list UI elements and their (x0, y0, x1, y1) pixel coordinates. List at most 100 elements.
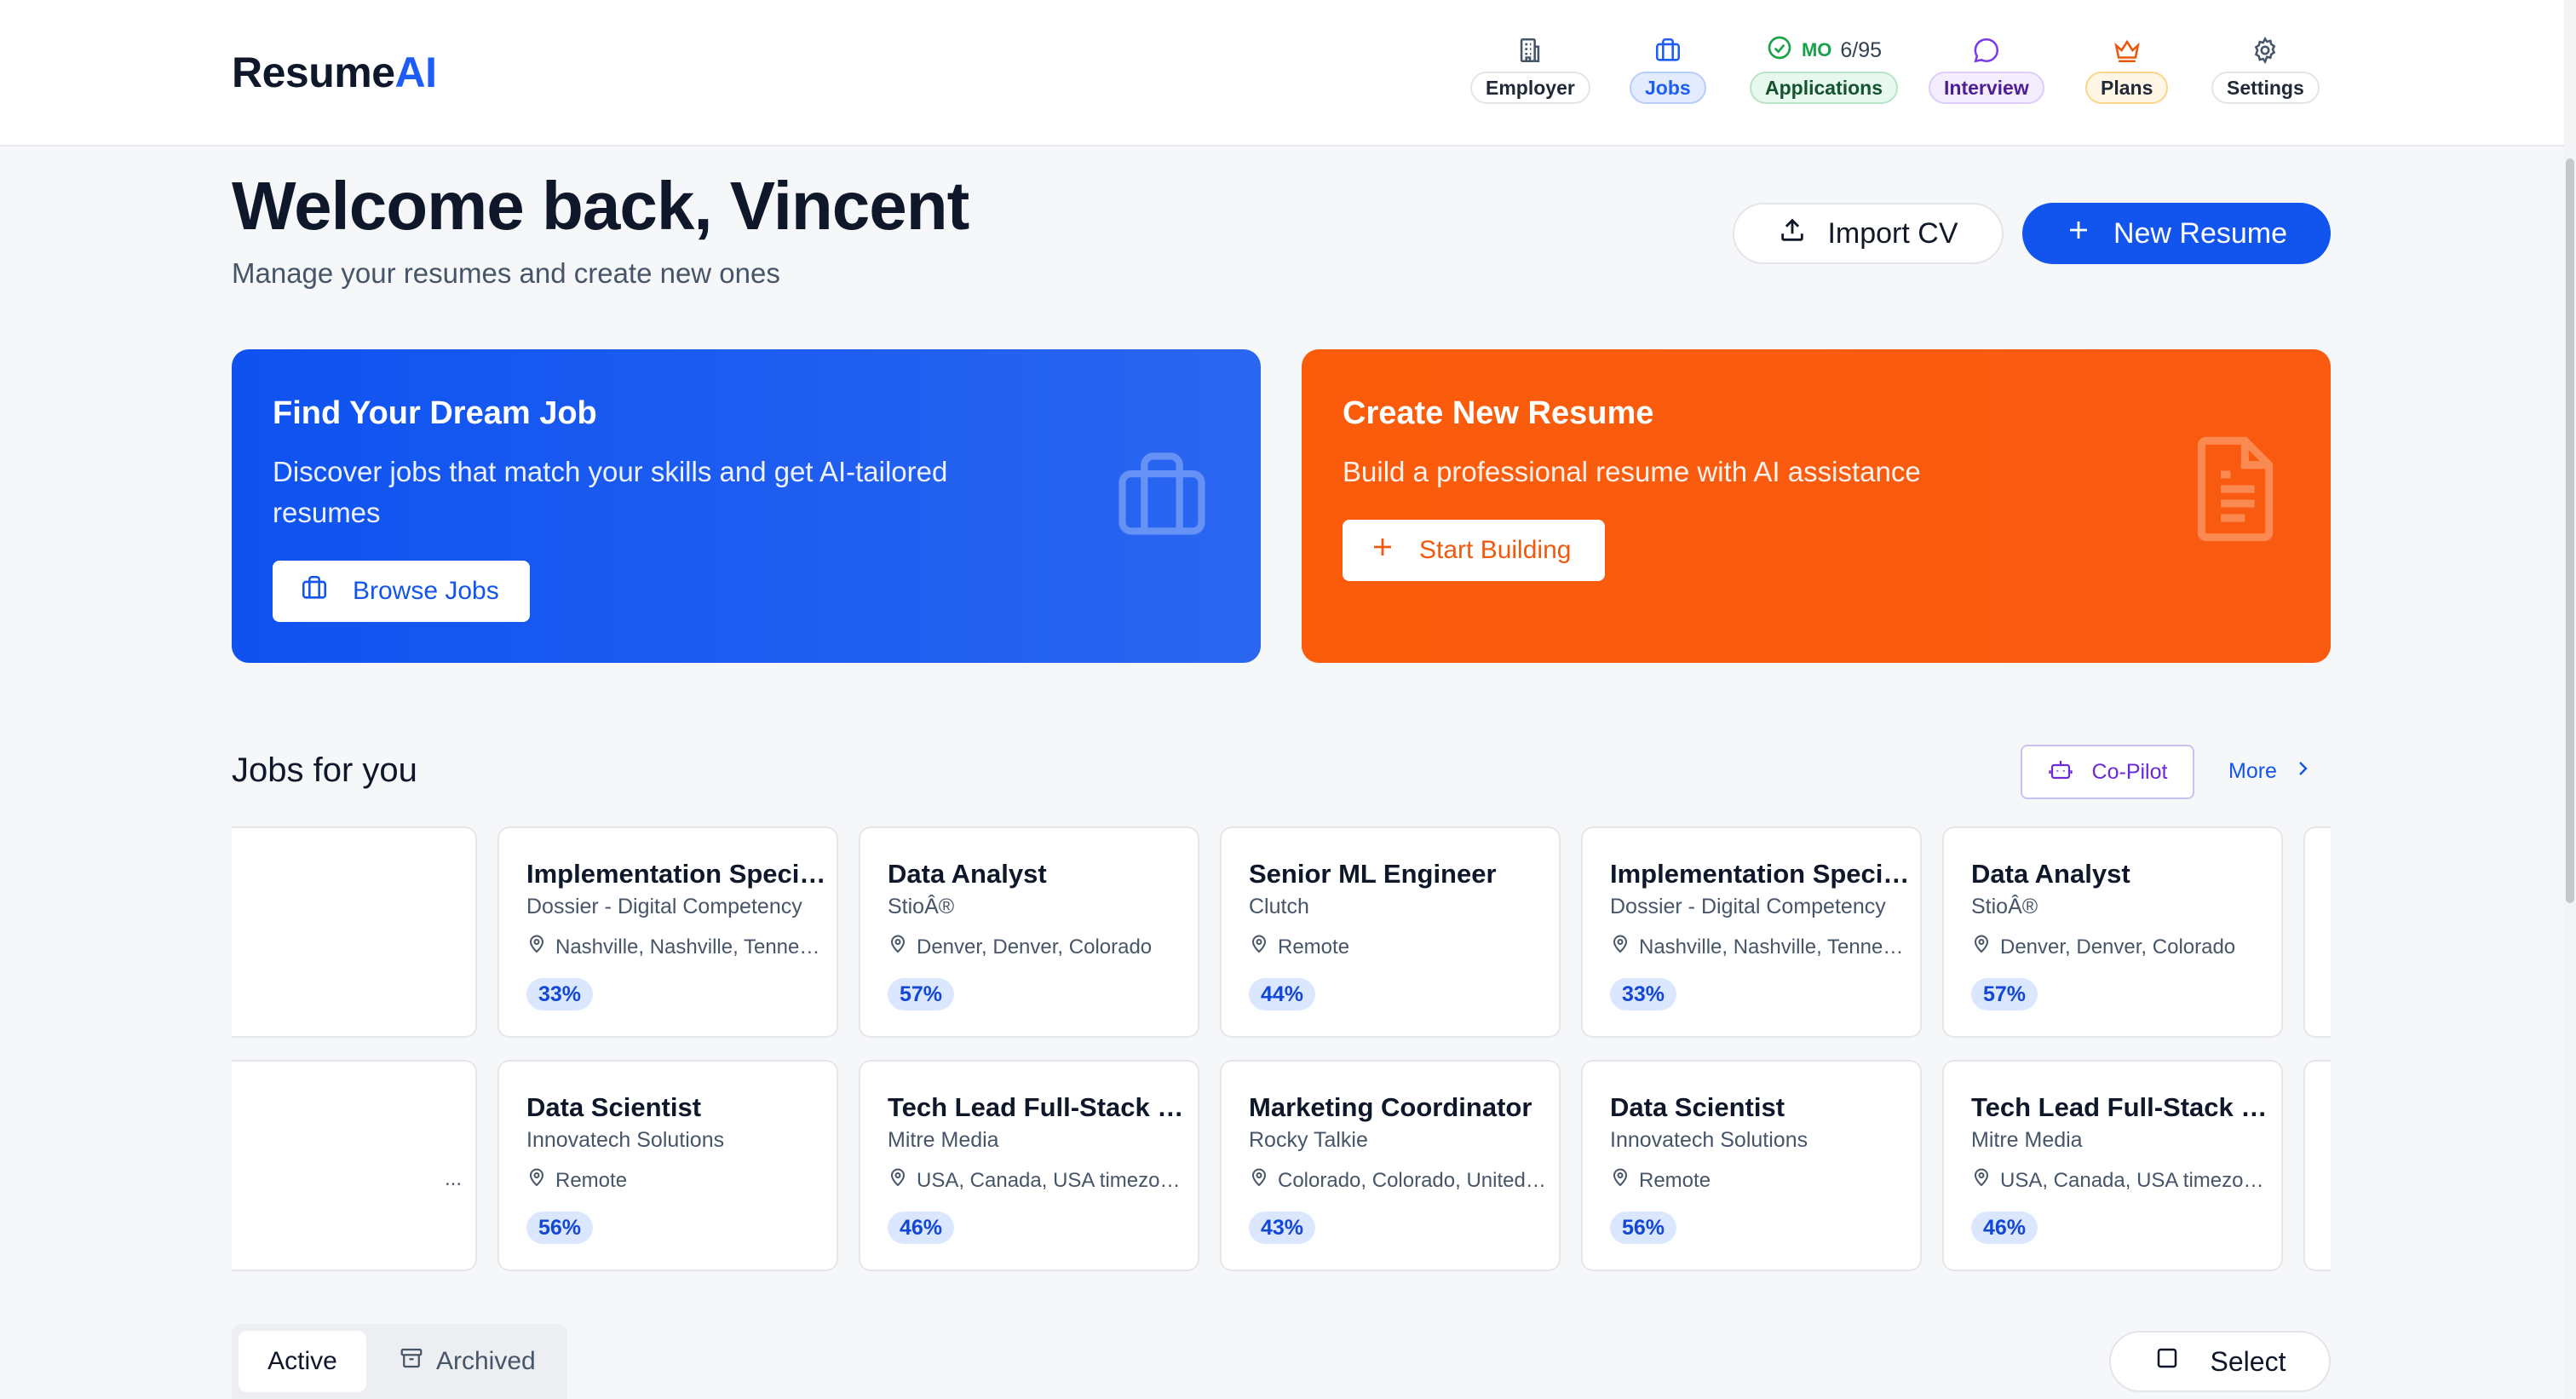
map-pin-icon (1610, 1167, 1630, 1194)
app-logo[interactable]: ResumeAI (232, 48, 437, 97)
job-title: Marketing Coordinator (1249, 1092, 1532, 1122)
browse-jobs-button[interactable]: Browse Jobs (273, 561, 530, 622)
briefcase-decoration-icon (1109, 443, 1215, 553)
nav-employer[interactable]: Employer (1470, 34, 1590, 104)
applications-counter-prefix: MO (1801, 39, 1832, 60)
new-resume-button[interactable]: New Resume (2022, 203, 2331, 264)
top-navigation-bar: ResumeAI Employer Jobs MO 6/95 Applicati… (0, 0, 2564, 147)
nav-interview[interactable]: Interview (1929, 34, 2044, 104)
start-building-label: Start Building (1419, 536, 1572, 564)
find-job-title: Find Your Dream Job (273, 395, 597, 431)
nav-applications-label: Applications (1750, 72, 1899, 104)
nav-plans[interactable]: Plans (2085, 34, 2169, 104)
jobs-carousel[interactable]: Implementation Specialist Dossier - Digit… (232, 826, 2331, 1273)
create-resume-promo-card: Create New Resume Build a professional r… (1302, 349, 2331, 663)
map-pin-icon (1971, 934, 1992, 960)
job-company: Dossier - Digital Competency (1610, 895, 1886, 918)
create-resume-description: Build a professional resume with AI assi… (1343, 456, 1921, 487)
job-card[interactable]: Tech Lead Full-Stack Developer Mitre Medi… (859, 1060, 1199, 1271)
find-job-description: Discover jobs that match your skills and… (273, 456, 948, 528)
job-title: Implementation Specialist (1610, 859, 1910, 889)
checkbox-icon (2154, 1345, 2180, 1378)
start-building-button[interactable]: Start Building (1343, 520, 1605, 581)
map-pin-icon (1249, 934, 1269, 960)
tab-active[interactable]: Active (239, 1331, 366, 1392)
job-card[interactable]: Data Scientist Innovatech Solutions Remote… (497, 1060, 838, 1271)
nav-jobs[interactable]: Jobs (1630, 34, 1706, 104)
job-location: USA, Canada, USA timezones (1971, 1167, 2271, 1194)
match-score-badge: 56% (526, 1212, 594, 1244)
job-card[interactable]: Data Analyst StioÂ® Denver, Denver, Colora… (859, 826, 1199, 1038)
job-company: Rocky Talkie (1249, 1128, 1368, 1152)
match-score-badge: 43% (1249, 1212, 1316, 1244)
job-card[interactable]: Senior ML EngineerClutchRemote44% (2303, 826, 2331, 1038)
select-button[interactable]: Select (2109, 1331, 2331, 1392)
more-jobs-link[interactable]: More (2228, 758, 2313, 785)
match-score-badge: 46% (888, 1212, 955, 1244)
nav-jobs-label: Jobs (1630, 72, 1706, 104)
copilot-button[interactable]: Co-Pilot (2021, 745, 2194, 799)
building-icon (1515, 34, 1544, 66)
job-title: Tech Lead Full-Stack Developer (1971, 1092, 2271, 1122)
job-company: Mitre Media (1971, 1128, 2083, 1152)
new-resume-label: New Resume (2113, 216, 2288, 250)
robot-icon (2048, 757, 2073, 788)
applications-counter: 6/95 (1840, 37, 1883, 62)
match-score-badge: 57% (1971, 978, 2038, 1010)
match-score-badge: 56% (1610, 1212, 1677, 1244)
job-card[interactable]: Senior ML EngineerClutchRemote44% (1220, 826, 1561, 1038)
map-pin-icon (1971, 1167, 1992, 1194)
job-title: Data Scientist (1610, 1092, 1785, 1122)
browse-jobs-label: Browse Jobs (353, 577, 499, 605)
job-title: Data Analyst (1971, 859, 2130, 889)
job-location: Denver, Denver, Colorado (888, 934, 1187, 960)
create-resume-title: Create New Resume (1343, 395, 1654, 431)
job-card[interactable]: Marketing Coordinator Rocky Talkie Colorad… (1220, 1060, 1561, 1271)
nav-employer-label: Employer (1470, 72, 1590, 104)
job-location: Colorado, Colorado, United States (1249, 1167, 1549, 1194)
briefcase-icon (1653, 34, 1682, 66)
job-location: ... (444, 1167, 462, 1190)
job-company: Clutch (1249, 895, 1309, 918)
job-card[interactable]: Data Analyst StioÂ® Denver, Denver, Colora… (1942, 826, 2283, 1038)
job-company: StioÂ® (1971, 895, 2038, 918)
tab-archived-label: Archived (436, 1347, 536, 1375)
job-card[interactable]: Implementation Specialist Dossier - Digit… (1581, 826, 1922, 1038)
job-card[interactable]: Tech Lead Full-Stack Developer Mitre Medi… (1942, 1060, 2283, 1271)
job-title: Implementation Specialist (526, 859, 826, 889)
job-location: Remote (526, 1167, 826, 1194)
job-card[interactable] (232, 826, 477, 1038)
more-label: More (2228, 759, 2277, 783)
job-company: StioÂ® (888, 895, 955, 918)
nav-plans-label: Plans (2085, 72, 2169, 104)
job-card[interactable]: Implementation Specialist Dossier - Digit… (497, 826, 838, 1038)
select-label: Select (2210, 1345, 2286, 1377)
nav-applications[interactable]: MO 6/95 Applications (1750, 34, 1899, 104)
job-title: Senior ML Engineer (1249, 859, 1497, 889)
resume-tabs: Active Archived (232, 1324, 567, 1399)
job-card[interactable]: ... (232, 1060, 477, 1271)
upload-icon (1778, 216, 1807, 252)
page-scrollbar-thumb[interactable] (2566, 158, 2574, 903)
nav-settings[interactable]: Settings (2211, 34, 2320, 104)
copilot-label: Co-Pilot (2091, 759, 2168, 784)
map-pin-icon (1610, 934, 1630, 960)
gear-icon (2251, 34, 2280, 66)
tab-archived[interactable]: Archived (399, 1331, 536, 1392)
page-title: Welcome back, Vincent (232, 168, 969, 244)
job-location: Remote (1610, 1167, 1910, 1194)
nav-settings-label: Settings (2211, 72, 2320, 104)
job-company: Innovatech Solutions (1610, 1128, 1808, 1152)
job-location: Denver, Denver, Colorado (1971, 934, 2271, 960)
job-card[interactable]: Marketing CoordinatorRocky TalkieColorad… (2303, 1060, 2331, 1271)
document-decoration-icon (2184, 431, 2286, 551)
import-cv-label: Import CV (1827, 216, 1958, 250)
job-location: Nashville, Nashville, Tennessee (1610, 934, 1910, 960)
job-card[interactable]: Data Scientist Innovatech Solutions Remote… (1581, 1060, 1922, 1271)
import-cv-button[interactable]: Import CV (1733, 203, 2004, 264)
match-score-badge: 57% (888, 978, 955, 1010)
job-title: Tech Lead Full-Stack Developer (888, 1092, 1187, 1122)
match-score-badge: 46% (1971, 1212, 2038, 1244)
map-pin-icon (888, 934, 908, 960)
match-score-badge: 33% (1610, 978, 1677, 1010)
